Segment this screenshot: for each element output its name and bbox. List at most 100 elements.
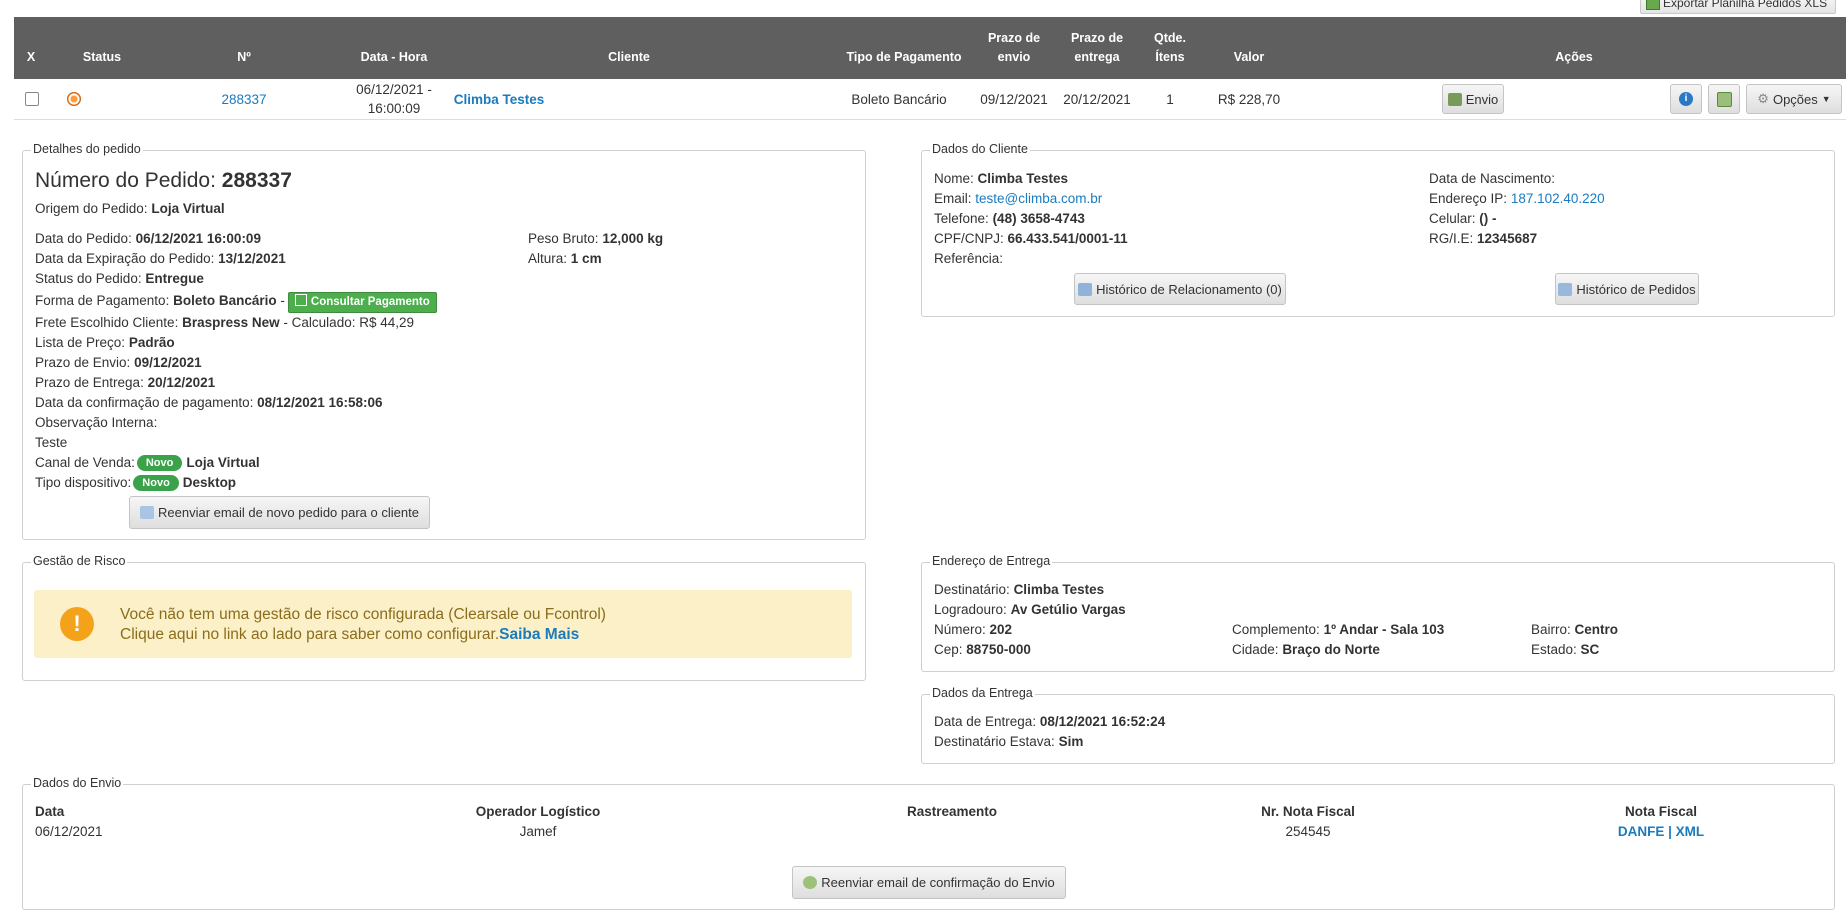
address-state: Estado: SC — [1531, 642, 1600, 657]
order-history-button[interactable]: Histórico de Pedidos — [1555, 273, 1699, 305]
client-document: CPF/CNPJ: 66.433.541/0001-11 — [934, 231, 1128, 246]
delivery-recipient-present: Destinatário Estava: Sim — [934, 734, 1084, 749]
order-date: Data do Pedido: 06/12/2021 16:00:09 — [35, 231, 261, 246]
client-link[interactable]: Climba Testes — [434, 79, 564, 119]
client-email: Email: teste@climba.com.br — [934, 191, 1103, 206]
orders-table-header: X Status Nº Data - Hora Cliente Tipo de … — [14, 17, 1846, 79]
status-cell — [54, 79, 94, 119]
order-payment: Forma de Pagamento: Boleto Bancário - Con… — [35, 291, 437, 313]
item-qty: 1 — [1166, 91, 1174, 107]
order-details-legend: Detalhes do pedido — [31, 142, 143, 156]
order-expiration: Data da Expiração do Pedido: 13/12/2021 — [35, 251, 286, 266]
info-icon: i — [1679, 92, 1693, 106]
danfe-link[interactable]: DANFE — [1618, 824, 1665, 839]
address-zip: Cep: 88750-000 — [934, 642, 1031, 657]
envio-button[interactable]: Envio — [1442, 84, 1504, 114]
header-qty: Qtde. Ítens — [1154, 31, 1186, 64]
info-button[interactable]: i — [1670, 84, 1702, 114]
address-city: Cidade: Braço do Norte — [1232, 642, 1380, 657]
header-number: Nº — [237, 50, 251, 64]
risk-alert: ! Você não tem uma gestão de risco confi… — [34, 590, 852, 658]
resend-shipping-email-button[interactable]: Reenviar email de confirmação do Envio — [792, 866, 1066, 899]
shipping-header-invoice: Nr. Nota Fiscal — [1261, 804, 1355, 819]
order-number-heading: Número do Pedido: 288337 — [35, 169, 292, 192]
order-pricelist: Lista de Preço: Padrão — [35, 335, 175, 350]
caret-down-icon: ▼ — [1821, 94, 1831, 104]
order-payment-confirmation: Data da confirmação de pagamento: 08/12/… — [35, 395, 383, 410]
row-checkbox-cell — [24, 79, 40, 119]
delivery-deadline: 20/12/2021 — [1063, 91, 1131, 107]
address-street: Logradouro: Av Getúlio Vargas — [934, 602, 1126, 617]
address-number: Número: 202 — [934, 622, 1013, 637]
shipping-header-tracking: Rastreamento — [906, 804, 998, 819]
shipping-header-date: Data — [35, 804, 65, 819]
contact-icon — [1078, 282, 1093, 296]
client-ip-link[interactable]: 187.102.40.220 — [1511, 191, 1605, 206]
shipping-date: 06/12/2021 — [35, 824, 103, 839]
print-button[interactable] — [1708, 84, 1740, 114]
client-cell: Celular: () - — [1429, 211, 1497, 226]
header-datetime: Data - Hora — [360, 50, 428, 64]
shipping-operator: Jamef — [519, 824, 557, 839]
order-delivery-deadline: Prazo de Entrega: 20/12/2021 — [35, 375, 216, 390]
client-rg: RG/I.E: 12345687 — [1429, 231, 1538, 246]
delivery-address-legend: Endereço de Entrega — [930, 554, 1053, 568]
table-row[interactable]: 288337 06/12/2021 - 16:00:09 Climba Test… — [14, 79, 1846, 120]
header-actions: Ações — [1555, 50, 1593, 64]
order-freight: Frete Escolhido Cliente: Braspress New -… — [35, 315, 414, 330]
client-ip: Endereço IP: 187.102.40.220 — [1429, 191, 1605, 206]
new-badge: Novo — [136, 455, 183, 471]
header-client: Cliente — [608, 50, 650, 64]
spreadsheet-icon — [1646, 0, 1660, 10]
shipping-data-legend: Dados do Envio — [31, 776, 124, 790]
resend-new-order-email-button[interactable]: Reenviar email de novo pedido para o cli… — [129, 496, 430, 529]
order-channel: Canal de Venda: Novo Loja Virtual — [35, 455, 260, 471]
risk-legend: Gestão de Risco — [31, 554, 128, 568]
payment-type: Boleto Bancário — [851, 91, 947, 107]
client-phone: Telefone: (48) 3658-4743 — [934, 211, 1085, 226]
shipping-header-fiscal: Nota Fiscal — [1624, 804, 1698, 819]
delivery-data-legend: Dados da Entrega — [930, 686, 1035, 700]
address-recipient: Destinatário: Climba Testes — [934, 582, 1105, 597]
header-select: X — [26, 50, 36, 64]
new-badge: Novo — [133, 475, 179, 491]
order-origin: Origem do Pedido: Loja Virtual — [35, 201, 225, 216]
warning-icon: ! — [60, 607, 94, 641]
order-obs-label: Observação Interna: — [35, 415, 158, 430]
order-value: R$ 228,70 — [1217, 91, 1281, 107]
relationship-history-button[interactable]: Histórico de Relacionamento (0) — [1074, 273, 1286, 305]
order-device: Tipo dispositivo: Novo Desktop — [35, 475, 237, 491]
order-status: Status do Pedido: Entregue — [35, 271, 204, 286]
header-payment-type: Tipo de Pagamento — [846, 50, 962, 64]
refresh-mail-icon — [803, 876, 818, 889]
mail-icon — [140, 506, 155, 519]
gear-icon: ⚙ — [1757, 91, 1769, 106]
shipping-header-operator: Operador Logístico — [475, 804, 601, 819]
risk-alert-line1: Você não tem uma gestão de risco configu… — [120, 606, 606, 623]
truck-icon — [1447, 92, 1462, 106]
list-icon — [1558, 282, 1573, 296]
header-status: Status — [82, 50, 122, 64]
header-delivery-deadline: Prazo de entrega — [1070, 31, 1124, 64]
client-birthdate: Data de Nascimento: — [1429, 171, 1556, 186]
client-data-legend: Dados do Cliente — [930, 142, 1030, 156]
address-complement: Complemento: 1º Andar - Sala 103 — [1232, 622, 1445, 637]
ship-deadline: 09/12/2021 — [980, 91, 1048, 107]
print-icon — [1716, 91, 1732, 107]
status-indicator-icon — [67, 92, 81, 106]
order-ship-deadline: Prazo de Envio: 09/12/2021 — [35, 355, 202, 370]
export-xls-button[interactable]: Exportar Planilha Pedidos XLS — [1640, 0, 1837, 14]
options-dropdown-button[interactable]: ⚙ Opções ▼ — [1746, 84, 1842, 114]
consult-payment-button[interactable]: Consultar Pagamento — [287, 292, 437, 313]
shipping-invoice: 254545 — [1285, 824, 1331, 839]
order-obs-value: Teste — [35, 435, 68, 450]
row-checkbox[interactable] — [25, 92, 39, 106]
header-value: Valor — [1233, 50, 1265, 64]
xml-link[interactable]: XML — [1676, 824, 1705, 839]
document-icon — [294, 294, 307, 306]
risk-alert-line2: Clique aqui no link ao lado para saber c… — [120, 626, 580, 643]
learn-more-link[interactable]: Saiba Mais — [499, 626, 579, 643]
client-email-link[interactable]: teste@climba.com.br — [975, 191, 1102, 206]
address-district: Bairro: Centro — [1531, 622, 1619, 637]
order-number-link[interactable]: 288337 — [194, 79, 294, 119]
